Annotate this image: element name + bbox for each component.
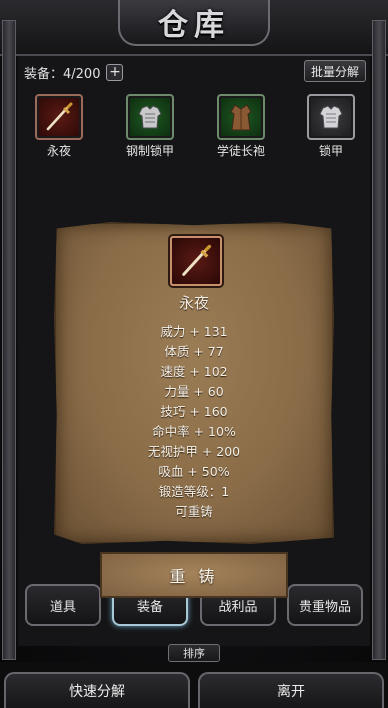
- left-ornament: [2, 20, 16, 660]
- stat-line: 技巧 + 160: [160, 404, 228, 419]
- capacity-label: 装备：4/200: [24, 66, 101, 82]
- item-slot[interactable]: 锁甲: [296, 94, 366, 160]
- item-label: 学徒长袍: [216, 144, 265, 158]
- tab-valuables[interactable]: 贵重物品: [287, 584, 363, 626]
- item-label: 锁甲: [318, 144, 343, 158]
- item-label: 永夜: [46, 144, 71, 158]
- batch-decompose-button[interactable]: 批量分解: [304, 60, 366, 82]
- tab-items[interactable]: 道具: [25, 584, 101, 626]
- right-ornament: [372, 20, 386, 660]
- sword-icon: [170, 236, 222, 286]
- recast-button[interactable]: 重 铸: [100, 552, 288, 598]
- item-slot[interactable]: 钢制锁甲: [115, 94, 185, 160]
- item-stats-list: 威力 + 131 体质 + 77 速度 + 102 力量 + 60 技巧 + 1…: [54, 322, 334, 522]
- title-plate: 仓库: [118, 0, 270, 46]
- page-title: 仓库: [158, 8, 230, 43]
- item-detail-name: 永夜: [178, 294, 209, 312]
- chest-armor-icon: [307, 94, 355, 140]
- expand-capacity-button[interactable]: +: [106, 63, 124, 81]
- stat-line: 体质 + 77: [164, 344, 224, 359]
- stat-line: 吸血 + 50%: [158, 464, 230, 479]
- item-slot[interactable]: 永夜: [24, 94, 94, 160]
- stat-line: 命中率 + 10%: [152, 424, 236, 439]
- leave-button[interactable]: 离开: [198, 672, 384, 708]
- sword-icon: [35, 94, 83, 140]
- stat-line: 力量 + 60: [164, 384, 224, 399]
- item-label: 钢制锁甲: [125, 144, 174, 158]
- stat-line: 无视护甲 + 200: [147, 444, 241, 459]
- robe-icon: [217, 94, 265, 140]
- sort-button[interactable]: 排序: [168, 644, 220, 662]
- chest-armor-icon: [126, 94, 174, 140]
- stat-line: 锻造等级：1: [158, 484, 230, 499]
- stat-line: 威力 + 131: [160, 324, 228, 339]
- capacity-row: 装备：4/200 +: [24, 62, 124, 82]
- stat-line: 可重铸: [175, 504, 213, 519]
- quick-decompose-button[interactable]: 快速分解: [4, 672, 190, 708]
- stat-line: 速度 + 102: [160, 364, 228, 379]
- item-slot[interactable]: 学徒长袍: [206, 94, 276, 160]
